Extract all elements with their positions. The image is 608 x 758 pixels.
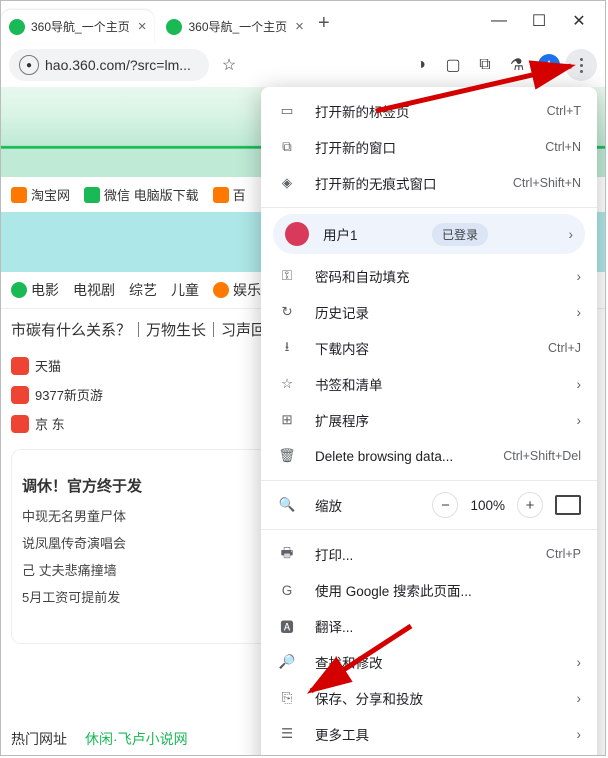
nav-link[interactable]: 淘宝网 bbox=[11, 185, 70, 204]
chevron-right-icon: › bbox=[577, 413, 582, 428]
tools-icon: ☰ bbox=[277, 724, 297, 744]
history-icon: ↻ bbox=[277, 302, 297, 322]
extension-icon-1[interactable]: ◑ bbox=[405, 49, 437, 81]
chrome-menu: ▭ 打开新的标签页 Ctrl+T ⧉ 打开新的窗口 Ctrl+N ◈ 打开新的无… bbox=[261, 87, 597, 756]
nav-link[interactable]: 电视剧 bbox=[73, 280, 115, 300]
menu-translate[interactable]: 🅰 翻译... bbox=[261, 608, 597, 644]
menu-bookmarks[interactable]: ☆ 书签和清单 › bbox=[261, 366, 597, 402]
zoom-level: 100% bbox=[470, 498, 505, 513]
menu-extensions[interactable]: ⊞ 扩展程序 › bbox=[261, 402, 597, 438]
chrome-menu-button[interactable] bbox=[565, 49, 597, 81]
user-avatar-icon bbox=[285, 222, 309, 246]
login-status-badge: 已登录 bbox=[432, 223, 488, 246]
trash-icon: 🗑 bbox=[277, 446, 297, 466]
menu-delete-data[interactable]: 🗑 Delete browsing data... Ctrl+Shift+Del bbox=[261, 438, 597, 474]
chevron-right-icon: › bbox=[577, 305, 582, 320]
minimize-button[interactable]: — bbox=[479, 1, 519, 41]
labs-icon[interactable]: ⚗ bbox=[501, 49, 533, 81]
menu-new-tab[interactable]: ▭ 打开新的标签页 Ctrl+T bbox=[261, 93, 597, 129]
nav-link[interactable]: 儿童 bbox=[171, 280, 199, 300]
extension-icon-3[interactable]: ⧉ bbox=[469, 49, 501, 81]
nav-link[interactable]: 电影 bbox=[11, 280, 59, 300]
browser-tab-1[interactable]: 360导航_一个主页 × bbox=[1, 10, 154, 44]
incognito-icon: ◈ bbox=[277, 173, 297, 193]
menu-find[interactable]: 🔎 查找和修改 › bbox=[261, 644, 597, 680]
chevron-right-icon: › bbox=[569, 227, 574, 242]
menu-passwords[interactable]: ⚿ 密码和自动填充 › bbox=[261, 258, 597, 294]
site-link[interactable]: 9377新页游 bbox=[11, 385, 298, 404]
chevron-right-icon: › bbox=[577, 377, 582, 392]
browser-tab-2[interactable]: 360导航_一个主页 × bbox=[158, 10, 311, 44]
zoom-in-button[interactable]: + bbox=[517, 492, 543, 518]
menu-print[interactable]: 🖶 打印... Ctrl+P bbox=[261, 536, 597, 572]
new-tab-icon: ▭ bbox=[277, 101, 297, 121]
close-icon[interactable]: × bbox=[295, 18, 304, 35]
news-card[interactable]: ••• 调休！官方终于发 中现无名男童尸体 说凤凰传奇演唱会 己 丈夫悲痛撞墙 … bbox=[11, 449, 297, 644]
close-icon[interactable]: × bbox=[138, 18, 147, 35]
menu-new-window[interactable]: ⧉ 打开新的窗口 Ctrl+N bbox=[261, 129, 597, 165]
translate-icon: 🅰 bbox=[277, 616, 297, 636]
tab-label: 360导航_一个主页 bbox=[31, 18, 130, 35]
site-link[interactable]: 京 东 bbox=[11, 414, 298, 433]
nav-link[interactable]: 百 bbox=[213, 185, 246, 204]
site-info-icon[interactable]: ● bbox=[19, 55, 39, 75]
address-bar[interactable]: ● hao.360.com/?src=lm... bbox=[9, 49, 209, 81]
nav-link[interactable]: 综艺 bbox=[129, 280, 157, 300]
fullscreen-button[interactable] bbox=[555, 495, 581, 515]
star-icon: ☆ bbox=[277, 374, 297, 394]
menu-zoom: 🔍 缩放 − 100% + bbox=[261, 487, 597, 523]
site-link[interactable]: 天猫 bbox=[11, 356, 298, 375]
star-icon[interactable]: ☆ bbox=[213, 49, 245, 81]
favicon-icon bbox=[9, 19, 25, 35]
chevron-right-icon: › bbox=[577, 727, 582, 742]
extension-icon-2[interactable]: ▢ bbox=[437, 49, 469, 81]
zoom-icon: 🔍 bbox=[277, 495, 297, 515]
menu-user[interactable]: 用户1 已登录 › bbox=[273, 214, 585, 254]
menu-history[interactable]: ↻ 历史记录 › bbox=[261, 294, 597, 330]
cast-icon: ⎘ bbox=[277, 688, 297, 708]
menu-google-search[interactable]: G 使用 Google 搜索此页面... bbox=[261, 572, 597, 608]
print-icon: 🖶 bbox=[277, 544, 297, 564]
chevron-right-icon: › bbox=[577, 269, 582, 284]
nav-link[interactable]: 娱乐 bbox=[213, 280, 261, 300]
key-icon: ⚿ bbox=[277, 266, 297, 286]
puzzle-icon: ⊞ bbox=[277, 410, 297, 430]
menu-more-tools[interactable]: ☰ 更多工具 › bbox=[261, 716, 597, 752]
profile-avatar[interactable] bbox=[533, 49, 565, 81]
bottom-tab[interactable]: 热门网址 bbox=[11, 729, 67, 749]
url-text: hao.360.com/?src=lm... bbox=[45, 57, 191, 73]
chevron-right-icon: › bbox=[577, 655, 582, 670]
new-tab-button[interactable]: + bbox=[318, 12, 330, 35]
menu-downloads[interactable]: ⭳ 下载内容 Ctrl+J bbox=[261, 330, 597, 366]
google-icon: G bbox=[277, 580, 297, 600]
favicon-icon bbox=[166, 19, 182, 35]
bottom-tab[interactable]: 休闲·飞卢小说网 bbox=[85, 729, 188, 749]
new-window-icon: ⧉ bbox=[277, 137, 297, 157]
download-icon: ⭳ bbox=[277, 338, 297, 358]
maximize-button[interactable]: ☐ bbox=[519, 1, 559, 41]
menu-incognito[interactable]: ◈ 打开新的无痕式窗口 Ctrl+Shift+N bbox=[261, 165, 597, 201]
search-icon: 🔎 bbox=[277, 652, 297, 672]
menu-cast[interactable]: ⎘ 保存、分享和投放 › bbox=[261, 680, 597, 716]
close-window-button[interactable]: ✕ bbox=[559, 1, 599, 41]
tab-label: 360导航_一个主页 bbox=[188, 18, 287, 35]
zoom-out-button[interactable]: − bbox=[432, 492, 458, 518]
nav-link[interactable]: 微信 电脑版下载 bbox=[84, 185, 199, 204]
chevron-right-icon: › bbox=[577, 691, 582, 706]
